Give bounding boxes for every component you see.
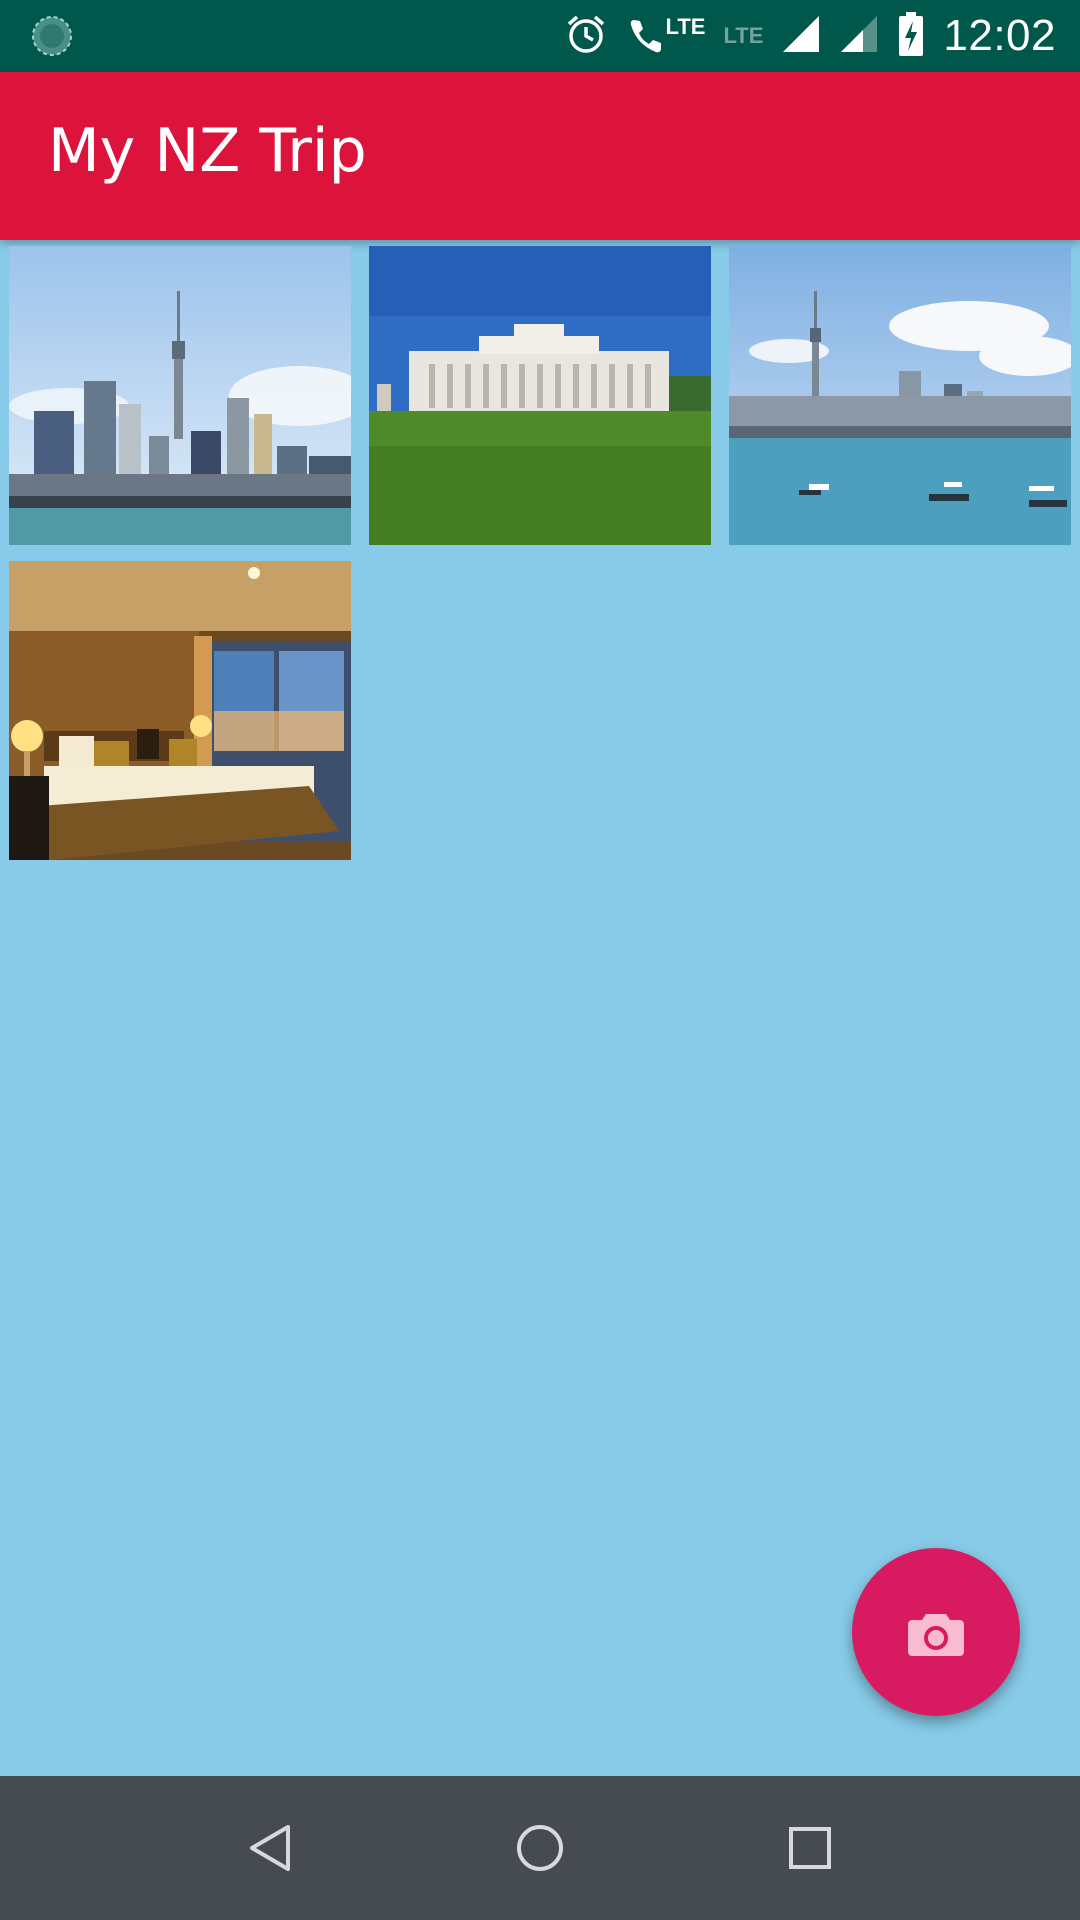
photo-thumbnail[interactable]: [9, 561, 351, 860]
wifi-calling-icon: LTE: [626, 14, 706, 58]
status-bar: LTE LTE 12:02: [0, 0, 1080, 72]
signal-partial-icon: [839, 14, 879, 59]
home-icon: [517, 1825, 563, 1871]
photo-thumbnail[interactable]: [729, 246, 1071, 545]
photo-thumbnail[interactable]: [9, 246, 351, 545]
signal-full-icon: [781, 14, 821, 59]
home-button[interactable]: [504, 1812, 576, 1884]
camera-button[interactable]: [852, 1548, 1020, 1716]
back-icon: [250, 1825, 290, 1871]
bedroom-photo: [9, 561, 351, 860]
navigation-bar: [0, 1776, 1080, 1920]
page-title: My NZ Trip: [48, 116, 367, 186]
clock: 12:02: [943, 11, 1056, 60]
battery-charging-icon: [897, 11, 925, 62]
camera-icon: [908, 1614, 964, 1656]
recents-icon: [789, 1827, 831, 1869]
recents-button[interactable]: [774, 1812, 846, 1884]
lte-label: LTE: [665, 14, 706, 39]
app-bar: My NZ Trip: [0, 72, 1080, 240]
alarm-icon: [564, 12, 608, 61]
harbor-photo: [729, 246, 1071, 545]
skyline-photo: [9, 246, 351, 545]
sync-icon: [30, 14, 74, 63]
lte-label-dim: LTE: [723, 23, 764, 48]
back-button[interactable]: [234, 1812, 306, 1884]
photo-thumbnail[interactable]: [369, 246, 711, 545]
museum-photo: [369, 246, 711, 545]
